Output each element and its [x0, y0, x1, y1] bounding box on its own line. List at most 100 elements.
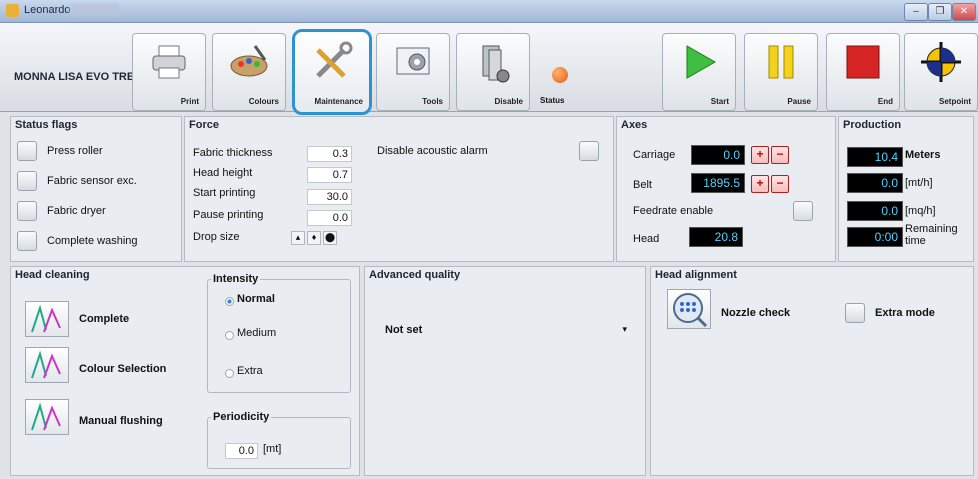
head-alignment-title: Head alignment — [655, 269, 737, 281]
dropdown-arrow-icon: ▾ — [622, 324, 627, 334]
belt-minus-button[interactable]: − — [771, 175, 789, 193]
gear-window-icon — [396, 47, 430, 75]
feedrate-label: Feedrate enable — [633, 205, 714, 217]
play-icon — [686, 45, 717, 79]
fabric-sensor-toggle[interactable]: Fabric sensor exc. — [15, 169, 177, 193]
minimize-button[interactable]: – — [904, 3, 928, 21]
tools-label: Tools — [422, 97, 443, 106]
intensity-medium-radio[interactable] — [225, 331, 234, 340]
brush-strokes-icon — [31, 402, 61, 431]
production-panel: Production 10.4 Meters 0.0 [mt/h] 0.0 [m… — [838, 116, 974, 262]
periodicity-field[interactable]: 0.0 — [225, 443, 258, 459]
drop-small-icon[interactable]: ▴ — [291, 231, 305, 245]
complete-washing-checkbox[interactable] — [17, 231, 37, 251]
close-button[interactable]: ✕ — [952, 3, 976, 21]
app-icon — [6, 4, 19, 17]
acoustic-alarm-checkbox[interactable] — [579, 141, 599, 161]
intensity-extra-radio[interactable] — [225, 369, 234, 378]
head-height-field[interactable]: 0.7 — [307, 167, 352, 183]
fabric-thickness-label: Fabric thickness — [193, 147, 273, 159]
print-button[interactable]: Print — [132, 33, 206, 111]
press-roller-label: Press roller — [47, 145, 103, 157]
title-bar: Leonardo – ❐ ✕ — [0, 0, 978, 23]
press-roller-toggle[interactable]: Press roller — [15, 139, 177, 163]
machine-name: MONNA LISA EVO TRE — [14, 71, 135, 83]
status-flags-title: Status flags — [15, 119, 78, 131]
setpoint-button[interactable]: Setpoint — [904, 33, 978, 111]
complete-label: Complete — [79, 313, 130, 325]
force-title: Force — [189, 119, 219, 131]
tools-button[interactable]: Tools — [376, 33, 450, 111]
remaining-time-unit: Remaining time — [905, 223, 958, 247]
fabric-dryer-toggle[interactable]: Fabric dryer — [15, 199, 177, 223]
disable-label: Disable — [494, 97, 523, 106]
intensity-title: Intensity — [211, 273, 261, 285]
complete-washing-toggle[interactable]: Complete washing — [15, 229, 177, 253]
head-display: 20.8 — [689, 227, 743, 247]
manual-flushing-label: Manual flushing — [79, 415, 163, 427]
mt-per-hour-unit: [mt/h] — [905, 177, 933, 189]
status-label: Status — [540, 96, 565, 105]
nozzle-check-button[interactable] — [667, 289, 711, 329]
force-panel: Force Fabric thickness 0.3 Head height 0… — [184, 116, 614, 262]
belt-plus-button[interactable]: + — [751, 175, 769, 193]
carriage-minus-button[interactable]: − — [771, 146, 789, 164]
advanced-quality-title: Advanced quality — [369, 269, 461, 281]
head-label: Head — [633, 233, 660, 245]
colour-selection-button[interactable] — [25, 347, 69, 383]
drop-large-icon[interactable]: ⬤ — [323, 231, 337, 245]
brush-strokes-icon — [31, 304, 61, 333]
meters-display: 10.4 — [847, 147, 903, 167]
print-label: Print — [180, 97, 199, 106]
carriage-display: 0.0 — [691, 145, 745, 165]
fabric-dryer-checkbox[interactable] — [17, 201, 37, 221]
manual-flushing-button[interactable] — [25, 399, 69, 435]
acoustic-alarm-label: Disable acoustic alarm — [377, 145, 488, 157]
maintenance-button[interactable]: Maintenance — [292, 29, 372, 115]
head-alignment-panel: Head alignment Nozzle check Extra mode — [650, 266, 974, 476]
printer-icon — [152, 45, 186, 79]
restore-button[interactable]: ❐ — [928, 3, 952, 21]
disable-button[interactable]: Disable — [456, 33, 530, 111]
stop-icon — [846, 45, 880, 79]
feedrate-checkbox[interactable] — [793, 201, 813, 221]
pause-icon — [768, 45, 794, 79]
start-button[interactable]: Start — [662, 33, 736, 111]
fabric-sensor-checkbox[interactable] — [17, 171, 37, 191]
advanced-quality-select[interactable]: Not set ▾ — [379, 321, 631, 339]
carriage-label: Carriage — [633, 149, 676, 161]
disable-cabinet-icon — [482, 45, 510, 83]
setpoint-label: Setpoint — [939, 97, 971, 106]
head-height-label: Head height — [193, 167, 253, 179]
start-printing-field[interactable]: 30.0 — [307, 189, 352, 205]
pause-printing-field[interactable]: 0.0 — [307, 210, 352, 226]
intensity-extra-label: Extra — [237, 365, 263, 377]
pause-button[interactable]: Pause — [744, 33, 818, 111]
colours-button[interactable]: Colours — [212, 33, 286, 111]
complete-washing-label: Complete washing — [47, 235, 138, 247]
complete-cleaning-button[interactable] — [25, 301, 69, 337]
mt-per-hour-display: 0.0 — [847, 173, 903, 193]
head-cleaning-title: Head cleaning — [15, 269, 90, 281]
pause-printing-label: Pause printing — [193, 209, 264, 221]
belt-display: 1895.5 — [691, 173, 745, 193]
belt-label: Belt — [633, 179, 652, 191]
tools-wrench-icon — [316, 41, 353, 78]
axes-title: Axes — [621, 119, 648, 131]
advanced-quality-value: Not set — [385, 324, 423, 336]
fabric-thickness-field[interactable]: 0.3 — [307, 146, 352, 162]
drop-medium-icon[interactable]: ♦ — [307, 231, 321, 245]
window-title: Leonardo — [24, 4, 71, 16]
mq-per-hour-unit: [mq/h] — [905, 205, 936, 217]
end-button[interactable]: End — [826, 33, 900, 111]
start-label: Start — [710, 97, 729, 106]
carriage-plus-button[interactable]: + — [751, 146, 769, 164]
drop-size-label: Drop size — [193, 231, 240, 243]
extra-mode-checkbox[interactable] — [845, 303, 865, 323]
intensity-normal-radio[interactable] — [225, 297, 234, 306]
meters-unit: Meters — [905, 149, 941, 161]
brush-strokes-icon — [31, 350, 61, 379]
press-roller-checkbox[interactable] — [17, 141, 37, 161]
mq-per-hour-display: 0.0 — [847, 201, 903, 221]
blurred-title-suffix — [70, 4, 120, 16]
